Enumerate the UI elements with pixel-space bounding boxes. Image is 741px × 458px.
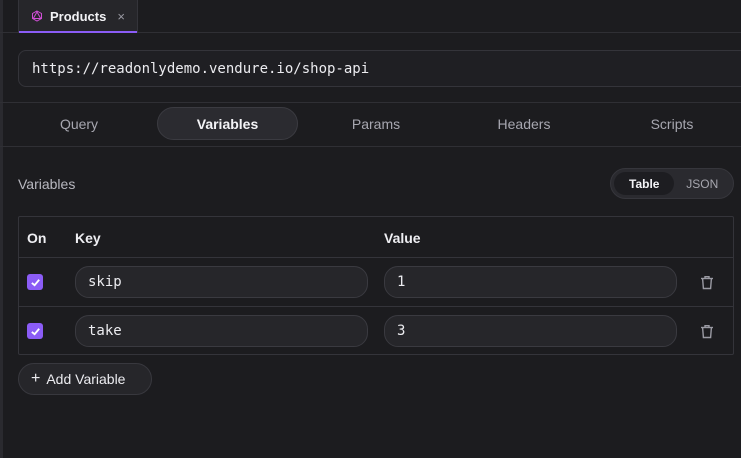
plus-icon: + (31, 370, 41, 387)
header-value: Value (384, 230, 421, 246)
request-tabs: Query Variables Params Headers Scripts (0, 103, 741, 145)
table-header: On Key Value (19, 217, 733, 258)
url-bar (18, 50, 741, 87)
toggle-table[interactable]: Table (614, 172, 675, 195)
tab-variables[interactable]: Variables (157, 107, 298, 140)
tab-active-indicator (19, 31, 137, 33)
add-variable-label: Add Variable (46, 371, 126, 387)
close-icon[interactable]: × (117, 9, 125, 24)
left-edge (0, 0, 3, 458)
tab-query[interactable]: Query (18, 107, 140, 140)
tab-headers[interactable]: Headers (463, 107, 585, 140)
toggle-json[interactable]: JSON (674, 172, 730, 195)
trash-icon[interactable] (699, 274, 715, 290)
trash-icon[interactable] (699, 323, 715, 339)
tab-bar: Products × (0, 0, 741, 33)
format-toggle: Table JSON (610, 168, 734, 199)
value-input[interactable] (397, 323, 676, 339)
check-icon (30, 278, 40, 287)
section-title: Variables (18, 176, 76, 192)
tab-params[interactable]: Params (315, 107, 437, 140)
divider (0, 146, 741, 147)
tab-scripts[interactable]: Scripts (611, 107, 733, 140)
key-field (75, 266, 368, 298)
table-row (19, 308, 733, 355)
url-input[interactable] (32, 60, 741, 77)
value-field (384, 266, 677, 298)
enabled-checkbox[interactable] (27, 274, 43, 290)
variables-table: On Key Value (18, 216, 734, 355)
enabled-checkbox[interactable] (27, 323, 43, 339)
add-variable-button[interactable]: + Add Variable (18, 363, 152, 395)
key-input[interactable] (88, 323, 367, 339)
graphql-icon (30, 9, 44, 23)
tab-label: Products (50, 8, 107, 24)
header-on: On (27, 230, 47, 246)
header-key: Key (75, 230, 101, 246)
key-field (75, 315, 368, 347)
key-input[interactable] (88, 274, 367, 290)
table-row (19, 258, 733, 307)
check-icon (30, 327, 40, 336)
value-field (384, 315, 677, 347)
tab-products[interactable]: Products × (18, 0, 138, 33)
value-input[interactable] (397, 274, 676, 290)
